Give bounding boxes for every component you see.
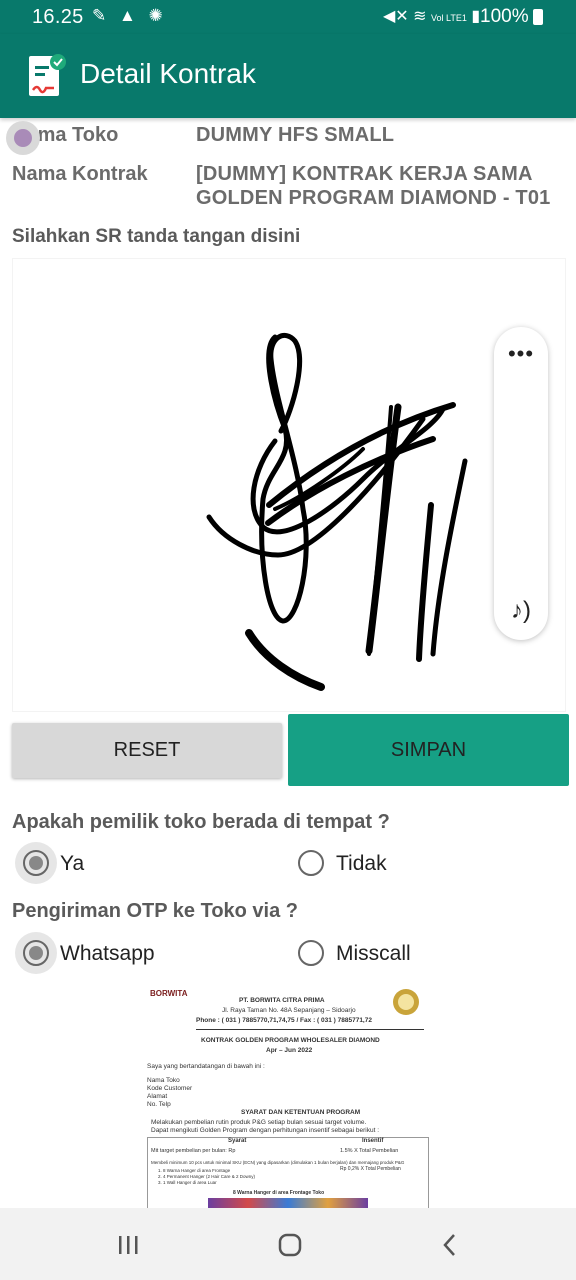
reset-button[interactable]: RESET [12, 723, 282, 778]
more-options-icon[interactable]: ••• [494, 341, 548, 367]
signal-icon: ▮ [471, 8, 481, 25]
doc-company: PT. BORWITA CITRA PRIMA [239, 997, 325, 1004]
doc-hanger-image [208, 1198, 368, 1208]
doc-divider [196, 1029, 424, 1030]
status-bar: 16.25 ✎ ▲ ✺ ◀✕ ≋ Vol LTE1 ▮ 100% [0, 0, 576, 34]
system-nav-bar [0, 1208, 576, 1280]
contract-document-preview[interactable]: BORWITA PT. BORWITA CITRA PRIMA Jl. Raya… [16, 981, 564, 1209]
doc-brand-logo: BORWITA [150, 989, 188, 998]
radio-owner-tidak-label[interactable]: Tidak [336, 852, 387, 876]
doc-bullet-1: Melakukan pembelian rutin produk P&G set… [151, 1119, 367, 1126]
mute-icon: ◀✕ [383, 8, 409, 25]
otp-question: Pengiriman OTP ke Toko via ? [12, 900, 299, 922]
radio-otp-whatsapp-label[interactable]: Whatsapp [60, 942, 155, 966]
page-title: Detail Kontrak [80, 58, 256, 89]
radio-otp-whatsapp[interactable] [23, 940, 49, 966]
music-note-sound-icon[interactable]: ♪) [494, 597, 548, 625]
save-button[interactable]: SIMPAN [288, 714, 569, 786]
signal-wifi-icons: ◀✕ ≋ Vol LTE1 ▮ [383, 6, 480, 26]
radio-otp-misscall[interactable] [298, 940, 324, 966]
doc-section-title: SYARAT DAN KETENTUAN PROGRAM [241, 1109, 361, 1116]
network-label: Vol LTE1 [431, 13, 467, 23]
battery-level: 100% [480, 6, 529, 27]
contract-document-icon [29, 54, 66, 96]
doc-terms-table: Syarat Insentif Mit target pembelian per… [147, 1137, 429, 1209]
owner-present-question: Apakah pemilik toko berada di tempat ? [12, 811, 390, 833]
doc-bullet-2: Dapat mengikuti Golden Program dengan pe… [151, 1127, 380, 1134]
doc-row2-item1: 1. 8 Warna Hanger di area Frontage [158, 1168, 231, 1173]
doc-table-header-syarat: Syarat [228, 1138, 247, 1144]
radio-otp-misscall-label[interactable]: Misscall [336, 942, 411, 966]
doc-row1-syarat: Mit target pembelian per bulan: Rp [151, 1148, 236, 1154]
signature-drawing [206, 333, 468, 691]
doc-phone: Phone : ( 031 ) 7885770,71,74,75 / Fax :… [196, 1017, 372, 1024]
doc-table-header-insentif: Insentif [362, 1138, 384, 1144]
doc-row2-item3: 3. 1 Wall Hanger di area Luar [158, 1180, 217, 1185]
doc-row2-syarat: Membeli minimum 10 pcs untuk minimal SKU… [151, 1160, 405, 1165]
contract-name-value-line1: [DUMMY] KONTRAK KERJA SAMA [196, 163, 533, 185]
doc-period: Apr – Jun 2022 [266, 1047, 313, 1054]
battery-icon [533, 9, 543, 25]
doc-row2-insentif: Rp 0,2% X Total Pembelian [340, 1166, 401, 1172]
doc-field-address: Alamat [147, 1093, 168, 1100]
doc-row1-insentif: 1.5% X Total Pembelian [340, 1148, 399, 1154]
radio-owner-tidak[interactable] [298, 850, 324, 876]
floating-bubble[interactable] [6, 121, 40, 155]
doc-field-store: Nama Toko [147, 1077, 180, 1084]
wifi-icon: ≋ [413, 8, 427, 25]
doc-intro: Saya yang bertandatangan di bawah ini : [147, 1063, 265, 1070]
status-time: 16.25 [32, 6, 84, 28]
floating-side-panel[interactable]: ••• ♪) [494, 327, 548, 640]
doc-table-footer: 8 Warna Hanger di area Frontage Toko [233, 1190, 325, 1196]
radio-owner-ya-label[interactable]: Ya [60, 852, 84, 876]
award-seal-icon [393, 989, 419, 1015]
doc-field-code: Kode Customer [147, 1085, 193, 1092]
home-icon[interactable] [277, 1232, 303, 1258]
app-bar: Detail Kontrak [0, 34, 576, 118]
doc-address: Jl. Raya Taman No. 48A Sepanjang – Sidoa… [222, 1007, 356, 1014]
signature-pad[interactable] [12, 258, 566, 712]
contract-name-label: Nama Kontrak [12, 163, 148, 185]
status-notification-icons: ✎ ▲ ✺ [92, 6, 167, 25]
doc-row2-item2: 2. 4 Permanent Hanger (2 Hair Care & 2 D… [158, 1174, 256, 1179]
signature-prompt: Silahkan SR tanda tangan disini [12, 226, 301, 247]
contract-name-value-line2: GOLDEN PROGRAM DIAMOND - T01 [196, 187, 551, 209]
store-name-value: DUMMY HFS SMALL [196, 124, 395, 146]
doc-title: KONTRAK GOLDEN PROGRAM WHOLESALER DIAMON… [201, 1037, 380, 1044]
doc-field-phone: No. Telp [147, 1101, 171, 1108]
back-icon[interactable] [440, 1232, 460, 1258]
recent-apps-icon[interactable] [117, 1234, 141, 1256]
radio-owner-ya[interactable] [23, 850, 49, 876]
